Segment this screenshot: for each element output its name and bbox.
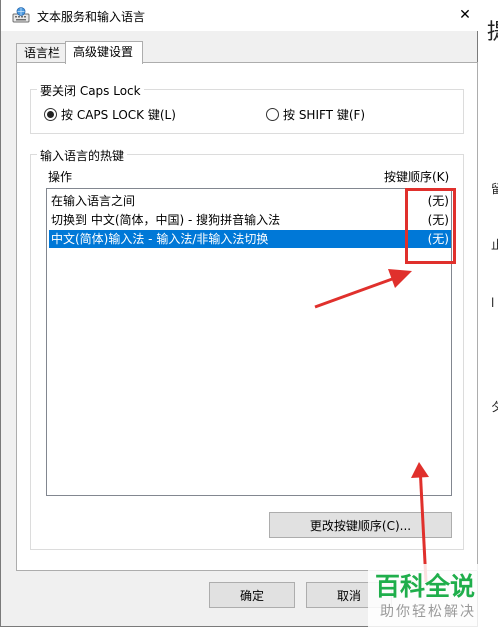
background-window: 提 留 止 l 夕 xyxy=(479,0,498,627)
list-item[interactable]: 在输入语言之间 (无) xyxy=(49,192,451,210)
close-icon: ✕ xyxy=(459,7,471,23)
ok-button[interactable]: 确定 xyxy=(209,582,295,608)
caps-lock-legend: 要关闭 Caps Lock xyxy=(37,82,144,99)
row-action: 在输入语言之间 xyxy=(51,194,136,208)
window-title: 文本服务和输入语言 xyxy=(37,10,146,24)
radio-unchecked-icon xyxy=(266,108,279,121)
shift-key-radio[interactable]: 按 SHIFT 键(F) xyxy=(266,106,365,123)
column-header-action: 操作 xyxy=(48,170,73,184)
caps-lock-key-radio[interactable]: 按 CAPS LOCK 键(L) xyxy=(44,106,176,123)
watermark: 百科全说 助你轻松解决 xyxy=(368,564,498,627)
keyboard-globe-icon xyxy=(12,7,30,23)
background-text: 止 xyxy=(491,238,498,252)
background-text: 提 xyxy=(487,14,498,46)
radio-checked-icon xyxy=(44,108,57,121)
list-item-selected[interactable]: 中文(简体)输入法 - 输入法/非输入法切换 (无) xyxy=(49,230,451,248)
background-text: 留 xyxy=(491,182,498,196)
tab-language-bar[interactable]: 语言栏 xyxy=(16,43,66,63)
list-item[interactable]: 切换到 中文(简体，中国) - 搜狗拼音输入法 (无) xyxy=(49,211,451,229)
watermark-title: 百科全说 xyxy=(375,572,476,601)
text-services-dialog: 文本服务和输入语言 ✕ 语言栏 高级键设置 要关闭 Caps Lock 按 CA… xyxy=(0,0,479,627)
column-header-key-sequence: 按键顺序(K) xyxy=(384,170,450,184)
background-text: 夕 xyxy=(491,400,498,414)
tab-advanced-key-settings[interactable]: 高级键设置 xyxy=(65,41,143,64)
change-key-sequence-button[interactable]: 更改按键顺序(C)... xyxy=(269,512,452,538)
close-button[interactable]: ✕ xyxy=(453,2,477,28)
annotation-highlight-box xyxy=(405,188,456,264)
row-action: 切换到 中文(简体，中国) - 搜狗拼音输入法 xyxy=(51,213,281,227)
shift-key-label: 按 SHIFT 键(F) xyxy=(283,108,366,122)
row-action: 中文(简体)输入法 - 输入法/非输入法切换 xyxy=(51,232,269,246)
hotkeys-legend: 输入语言的热键 xyxy=(37,147,128,164)
caps-lock-key-label: 按 CAPS LOCK 键(L) xyxy=(61,108,176,122)
hotkeys-list[interactable]: 在输入语言之间 (无) 切换到 中文(简体，中国) - 搜狗拼音输入法 (无) … xyxy=(46,188,452,496)
background-text: l xyxy=(491,296,495,310)
watermark-subtitle: 助你轻松解决 xyxy=(380,604,476,620)
title-bar[interactable]: 文本服务和输入语言 ✕ xyxy=(1,0,479,31)
